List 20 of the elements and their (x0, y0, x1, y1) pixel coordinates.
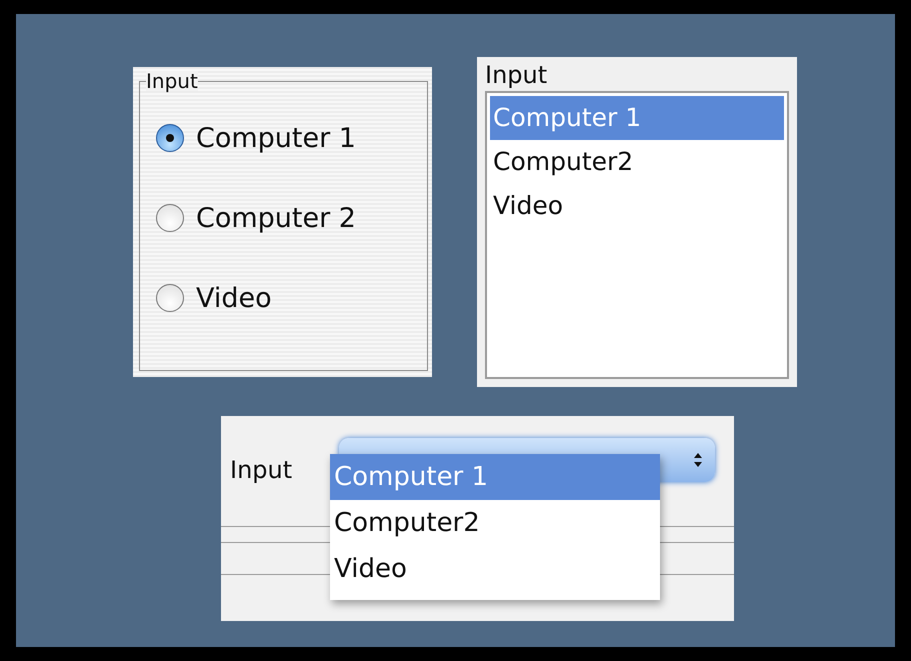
list-box[interactable]: Computer 1 Computer2 Video (485, 91, 789, 379)
radio-button[interactable] (156, 124, 184, 152)
menu-item[interactable]: Computer 1 (330, 454, 660, 500)
up-down-arrows-icon (693, 452, 703, 468)
popup-label: Input (230, 456, 292, 484)
radio-button[interactable] (156, 204, 184, 232)
list-label: Input (485, 60, 548, 91)
radio-label: Computer 1 (196, 122, 356, 154)
menu-item[interactable]: Computer2 (330, 500, 660, 546)
group-title: Input (146, 71, 198, 91)
radio-label: Computer 2 (196, 202, 356, 234)
list-item[interactable]: Computer2 (490, 140, 784, 184)
list-item[interactable]: Video (490, 184, 784, 228)
menu-item[interactable]: Video (330, 546, 660, 592)
radio-option[interactable]: Video (156, 258, 427, 338)
radio-button[interactable] (156, 284, 184, 312)
list-item[interactable]: Computer 1 (490, 96, 784, 140)
radio-option[interactable]: Computer 2 (156, 178, 427, 258)
radio-option[interactable]: Computer 1 (156, 98, 427, 178)
radio-label: Video (196, 282, 272, 314)
